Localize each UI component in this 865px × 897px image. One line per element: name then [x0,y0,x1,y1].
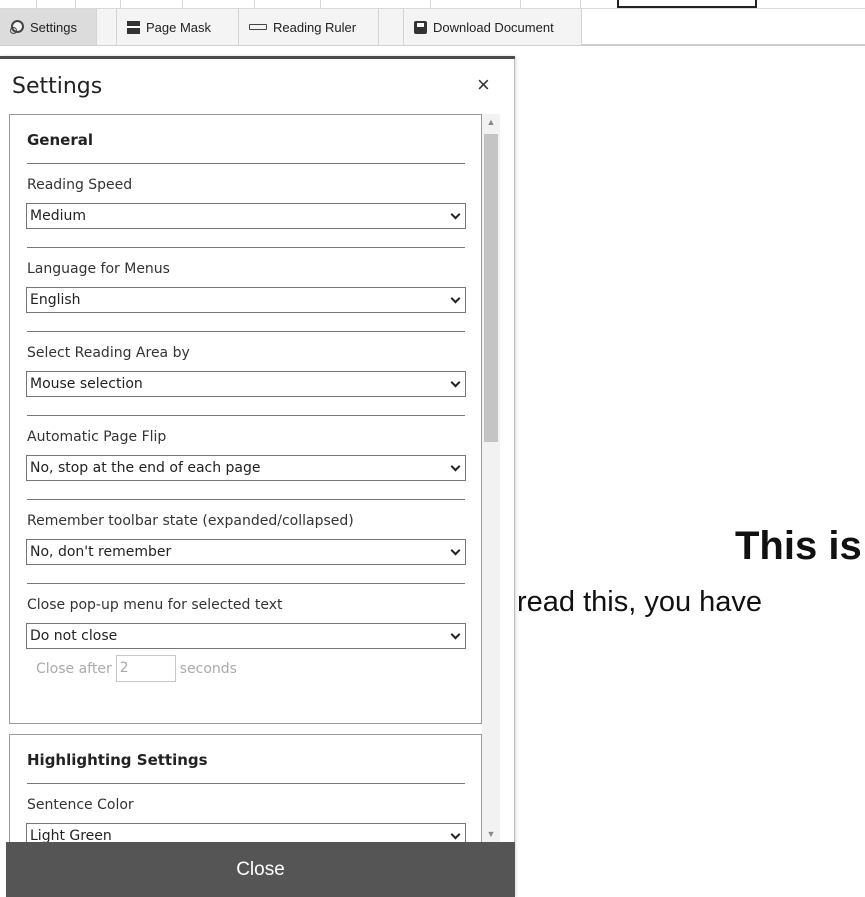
ruler-icon [249,24,267,30]
page-flip-label: Automatic Page Flip [27,429,167,445]
close-after-suffix: seconds [179,660,237,677]
chevron-down-icon [450,461,461,472]
strip-divider [75,0,76,8]
settings-scrollbar[interactable]: ▲ ▼ [482,114,500,842]
divider [27,783,465,784]
settings-panel: Settings × General Reading Speed Medium … [0,56,515,897]
reading-ruler-button[interactable]: Reading Ruler [239,9,379,45]
divider [27,247,465,248]
reading-area-label: Select Reading Area by [27,345,190,361]
sentence-color-label: Sentence Color [27,797,134,813]
settings-scroll-area[interactable]: General Reading Speed Medium Language fo… [0,114,502,842]
chevron-down-icon [450,377,461,388]
language-value: English [30,292,81,308]
divider [27,331,465,332]
reading-speed-value: Medium [30,208,86,224]
popup-close-value: Do not close [30,628,118,644]
chevron-down-icon [450,829,461,840]
toolbar-state-label: Remember toolbar state (expanded/collaps… [27,513,354,529]
strip-divider [320,0,321,8]
strip-divider [580,0,581,8]
reading-area-value: Mouse selection [30,376,143,392]
toolbar-gap [97,9,117,45]
close-after-prefix: Close after [36,660,112,677]
scroll-down-icon[interactable]: ▼ [482,826,500,842]
page-mask-icon [127,20,140,34]
toolbar-gap [379,9,404,45]
settings-button[interactable]: Settings [0,9,97,45]
close-icon[interactable]: × [477,72,490,98]
divider [27,163,465,164]
toolbar-state-value: No, don't remember [30,544,172,560]
general-group: General Reading Speed Medium Language fo… [9,114,482,724]
top-strip [0,0,865,8]
toolbar: Settings Page Mask Reading Ruler Downloa… [0,8,865,46]
divider [27,415,465,416]
page-flip-value: No, stop at the end of each page [30,460,261,476]
document-text-line: read this, you have [517,586,763,618]
close-panel-button[interactable]: Close [6,842,515,897]
reading-speed-select[interactable]: Medium [26,203,466,229]
document-heading: This is [735,524,862,568]
divider [27,499,465,500]
sentence-color-select[interactable]: Light Green [26,823,466,842]
close-after-seconds-input[interactable]: 2 [115,655,176,682]
toolbar-state-select[interactable]: No, don't remember [26,539,466,565]
chevron-down-icon [450,293,461,304]
strip-divider [254,0,255,8]
strip-divider [520,0,521,8]
page-mask-label: Page Mask [146,19,212,35]
settings-button-label: Settings [30,19,77,35]
toolbar-empty-area [582,9,865,45]
reading-area-select[interactable]: Mouse selection [26,371,466,397]
highlighting-group: Highlighting Settings Sentence Color Lig… [9,734,482,842]
popup-close-select[interactable]: Do not close [26,623,466,649]
chevron-down-icon [450,545,461,556]
scroll-up-icon[interactable]: ▲ [482,114,500,130]
chevron-down-icon [450,209,461,220]
download-document-button[interactable]: Download Document [404,9,582,45]
reading-ruler-label: Reading Ruler [273,19,357,35]
sentence-color-value: Light Green [30,828,112,842]
page-flip-select[interactable]: No, stop at the end of each page [26,455,466,481]
strip-divider [120,0,121,8]
divider [27,583,465,584]
reading-speed-label: Reading Speed [27,177,133,193]
page-mask-button[interactable]: Page Mask [117,9,239,45]
strip-divider [36,0,37,8]
scrollbar-thumb[interactable] [484,134,498,442]
close-after-row: Close after 2 seconds [36,655,237,682]
strip-divider [182,0,183,8]
chevron-down-icon [450,629,461,640]
strip-divider [430,0,431,8]
floppy-disk-icon [414,20,427,34]
popup-close-label: Close pop-up menu for selected text [27,597,283,613]
language-select[interactable]: English [26,287,466,313]
strip-dark-box [617,0,757,8]
highlighting-group-title: Highlighting Settings [27,751,208,769]
general-group-title: General [27,131,93,149]
language-label: Language for Menus [27,261,170,277]
gear-icon [10,20,24,34]
download-document-label: Download Document [433,19,554,35]
panel-title: Settings [12,74,103,99]
